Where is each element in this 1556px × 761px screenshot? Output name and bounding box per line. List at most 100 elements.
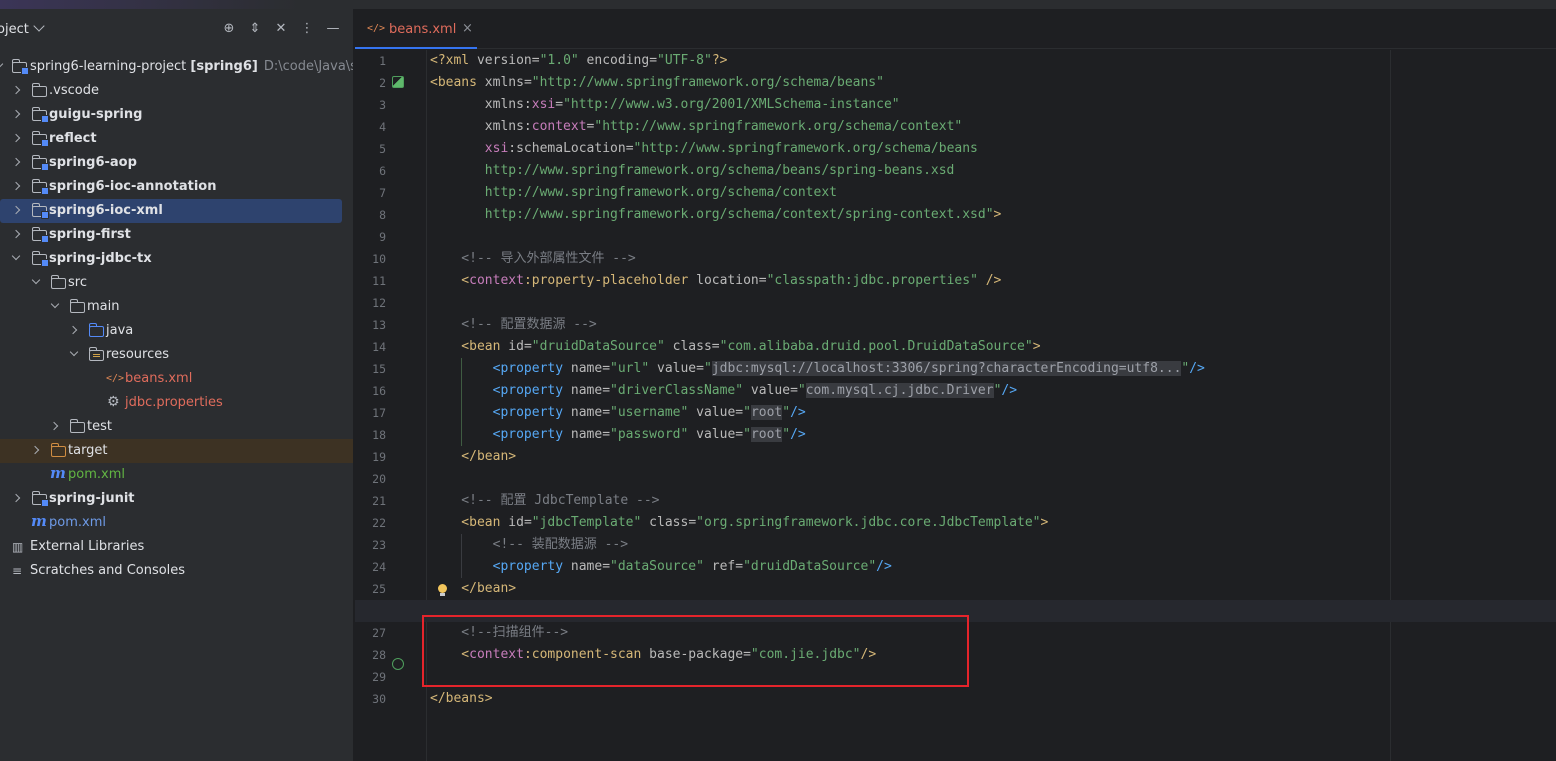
tree-item-main[interactable]: main (0, 295, 353, 319)
tree-item-label: spring-junit (49, 491, 135, 506)
line-number: 21 (372, 494, 386, 508)
chevron-down-icon[interactable] (31, 275, 41, 285)
tree-item-pom-xml[interactable]: m pom.xml (0, 463, 353, 487)
tree-item-root[interactable]: spring6-learning-project [spring6] D:\cod… (0, 55, 353, 79)
tree-item-spring-first[interactable]: spring-first (0, 223, 353, 247)
tree-item-root-pom-xml[interactable]: m pom.xml (0, 511, 353, 535)
code-editor[interactable]: <?xml version="1.0" encoding="UTF-8"?> <… (355, 50, 1556, 761)
code-line-19: </bean> (430, 449, 517, 464)
line-number: 4 (379, 120, 386, 134)
chevron-down-icon[interactable] (50, 299, 60, 309)
tree-item-spring-junit[interactable]: spring-junit (0, 487, 353, 511)
project-title-label: roject (0, 22, 29, 37)
line-number-gutter[interactable]: 1 2 3 4 5 6 7 8 9 10 11 12 13 14 15 16 1… (355, 50, 427, 761)
component-scan-gutter-icon[interactable] (392, 658, 404, 670)
tree-item-spring6-ioc-annotation[interactable]: spring6-ioc-annotation (0, 175, 353, 199)
tree-item-resources[interactable]: resources (0, 343, 353, 367)
excluded-folder-icon (51, 443, 66, 457)
folded-value[interactable]: com.mysql.cj.jdbc.Driver (805, 383, 994, 398)
tree-item-label: resources (106, 347, 170, 362)
chevron-right-icon[interactable] (11, 157, 21, 167)
tree-item-reflect[interactable]: reflect (0, 127, 353, 151)
line-number: 1 (379, 54, 386, 68)
chevron-down-icon[interactable] (0, 59, 4, 69)
tab-beans-xml[interactable]: </> beans.xml × (355, 9, 477, 49)
code-line-8: http://www.springframework.org/schema/co… (430, 207, 1002, 222)
chevron-down-icon[interactable] (69, 347, 79, 357)
line-number: 25 (372, 582, 386, 596)
chevron-right-icon[interactable] (11, 85, 21, 95)
tree-item-beans-xml[interactable]: </> beans.xml (0, 367, 353, 391)
line-number: 14 (372, 340, 386, 354)
line-number: 23 (372, 538, 386, 552)
code-line-21: <!-- 配置 JdbcTemplate --> (430, 493, 660, 508)
xml-file-icon: </> (367, 23, 386, 34)
tree-item-spring-jdbc-tx[interactable]: spring-jdbc-tx (0, 247, 353, 271)
title-bar-accent (0, 0, 300, 9)
code-line-11: <context:property-placeholder location="… (430, 273, 1002, 288)
tree-item-label: guigu-spring (49, 107, 143, 122)
tree-item-jdbc-properties[interactable]: ⚙ jdbc.properties (0, 391, 353, 415)
code-line-17: <property name="username" value="root"/> (430, 405, 806, 420)
tree-item-vscode[interactable]: .vscode (0, 79, 353, 103)
editor-area: </> beans.xml × 1 2 3 4 5 6 7 8 9 10 11 … (355, 9, 1556, 761)
tree-item-label: beans.xml (125, 371, 193, 386)
chevron-right-icon[interactable] (68, 325, 78, 335)
tree-item-label: spring6-aop (49, 155, 137, 170)
line-number: 16 (372, 384, 386, 398)
chevron-right-icon[interactable] (11, 181, 21, 191)
chevron-right-icon[interactable] (11, 229, 21, 239)
current-line-highlight (355, 600, 1556, 622)
chevron-right-icon[interactable] (30, 445, 40, 455)
line-number: 27 (372, 626, 386, 640)
tree-item-src[interactable]: src (0, 271, 353, 295)
tree-item-java[interactable]: java (0, 319, 353, 343)
folded-value[interactable]: root (750, 427, 783, 442)
chevron-down-icon[interactable] (11, 251, 21, 261)
tree-item-spring6-ioc-xml[interactable]: spring6-ioc-xml (0, 199, 342, 223)
chevron-right-icon[interactable] (11, 133, 21, 143)
xml-file-icon: </> (106, 373, 125, 384)
gear-icon: ⚙ (107, 394, 120, 410)
crosshair-icon[interactable]: ⊕ (221, 21, 237, 37)
chevron-right-icon[interactable] (49, 421, 59, 431)
tree-item-label: pom.xml (49, 515, 106, 530)
folder-icon (51, 275, 66, 289)
tree-item-label: spring6-ioc-annotation (49, 179, 217, 194)
close-icon[interactable]: × (462, 21, 473, 36)
folder-icon (70, 419, 85, 433)
tree-item-target[interactable]: target (0, 439, 353, 463)
code-line-16: <property name="driverClassName" value="… (430, 383, 1018, 398)
chevron-right-icon[interactable] (11, 205, 21, 215)
spring-bean-gutter-icon[interactable] (392, 76, 404, 88)
tree-item-external-libraries[interactable]: ▥ External Libraries (0, 535, 353, 559)
tree-item-label: reflect (49, 131, 97, 146)
chevron-right-icon[interactable] (11, 493, 21, 503)
minimize-icon[interactable]: — (325, 21, 341, 37)
tree-item-guigu-spring[interactable]: guigu-spring (0, 103, 353, 127)
project-view-selector[interactable]: roject (0, 20, 45, 37)
line-number: 24 (372, 560, 386, 574)
tree-item-label: spring6-learning-project [spring6] D:\cod… (30, 59, 353, 74)
line-number: 5 (379, 142, 386, 156)
line-number: 7 (379, 186, 386, 200)
module-folder-icon (32, 179, 49, 195)
tree-item-label: test (87, 419, 112, 434)
tree-item-spring6-aop[interactable]: spring6-aop (0, 151, 353, 175)
project-panel-header: roject ⊕ ⇕ ✕ ⋮ — (0, 9, 353, 51)
chevron-right-icon[interactable] (11, 109, 21, 119)
lightbulb-icon[interactable] (437, 584, 447, 598)
module-folder-icon (32, 155, 49, 171)
folded-value[interactable]: jdbc:mysql://localhost:3306/spring?chara… (711, 361, 1182, 376)
tree-item-label: jdbc.properties (125, 395, 223, 410)
module-folder-icon (32, 107, 49, 123)
title-bar (0, 0, 1556, 9)
code-line-5: xsi:schemaLocation="http://www.springfra… (484, 141, 978, 156)
tree-item-scratches[interactable]: ≡ Scratches and Consoles (0, 559, 353, 583)
collapse-icon[interactable]: ✕ (273, 21, 289, 37)
folded-value[interactable]: root (750, 405, 783, 420)
more-icon[interactable]: ⋮ (299, 21, 315, 37)
expand-icon[interactable]: ⇕ (247, 21, 263, 37)
tree-item-test[interactable]: test (0, 415, 353, 439)
tree-item-label: spring6-ioc-xml (49, 203, 163, 218)
